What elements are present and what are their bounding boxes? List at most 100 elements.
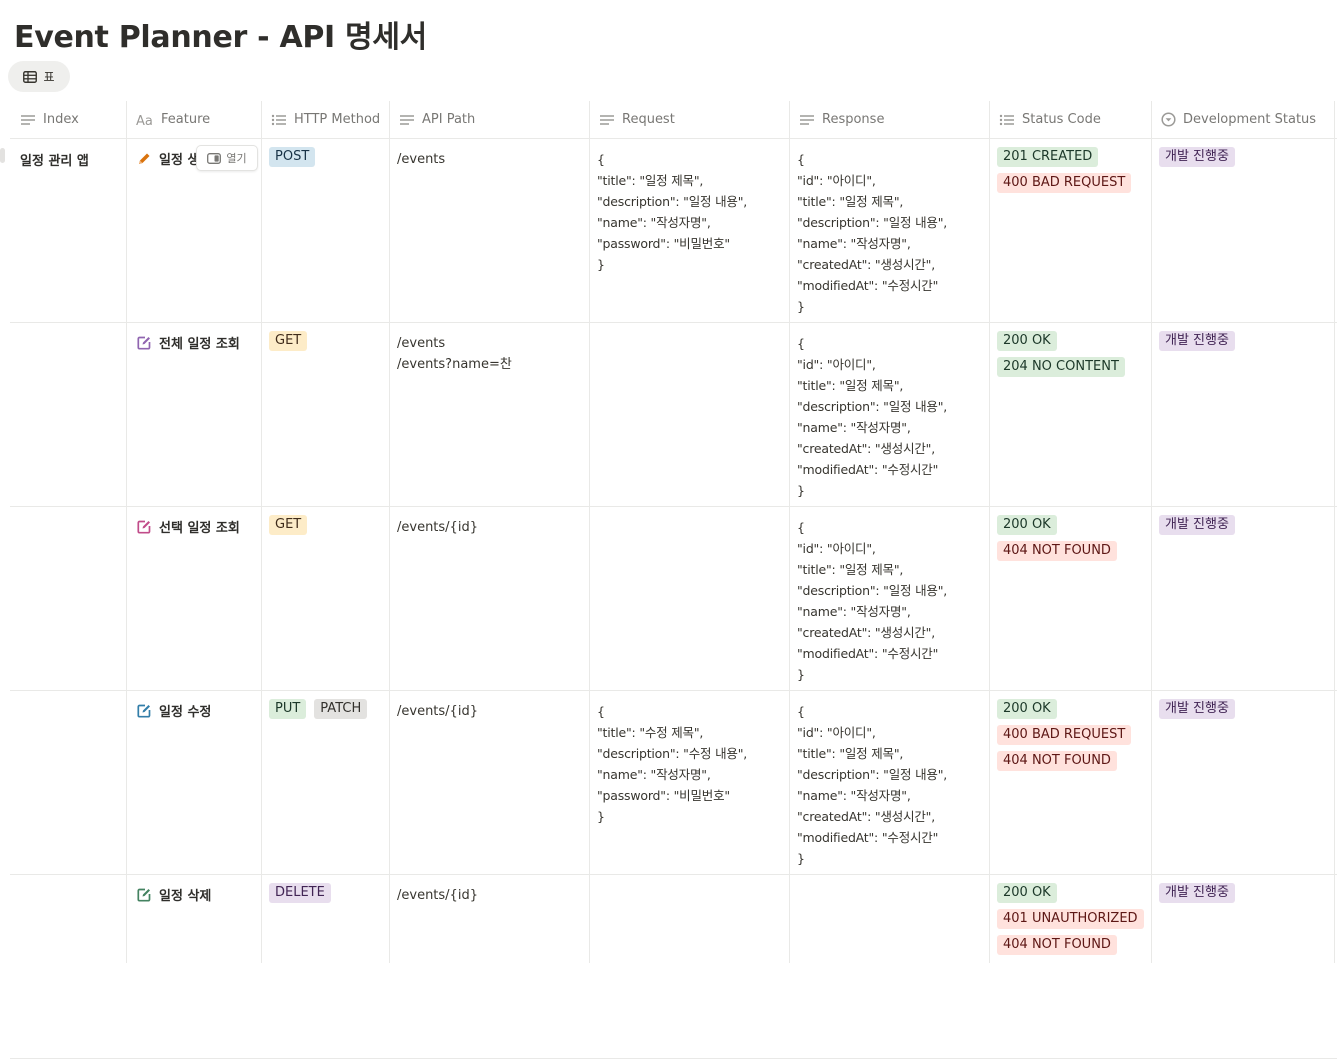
edit-square-icon — [137, 520, 151, 534]
development-status-wrap: 개발 진행중 — [1159, 883, 1235, 903]
cell-request[interactable] — [589, 874, 789, 1058]
development-status-wrap: 개발 진행중 — [1159, 515, 1235, 535]
cell-index — [10, 874, 126, 1058]
column-header-index[interactable]: Index — [20, 101, 79, 138]
row-drag-handle[interactable] — [0, 148, 5, 163]
method-tag: GET — [269, 331, 308, 351]
multi-select-icon — [999, 114, 1014, 125]
cell-feature[interactable]: 일정 생 열기 — [126, 138, 261, 322]
cell-http-method[interactable]: POST — [261, 138, 389, 322]
table-icon — [23, 70, 38, 83]
feature-title[interactable]: 일정 삭제 — [136, 885, 211, 904]
view-tab-table[interactable]: 표 — [8, 61, 70, 92]
cell-request[interactable]: { "title": "수정 제목", "description": "수정 내… — [589, 690, 789, 874]
cell-feature[interactable]: 전체 일정 조회 — [126, 322, 261, 506]
text-lines-icon — [800, 114, 814, 125]
feature-title[interactable]: 일정 생 — [136, 149, 199, 168]
cell-api-path[interactable]: /events — [389, 138, 589, 322]
status-code-tag: 200 OK — [997, 699, 1057, 719]
table-row[interactable]: 일정 관리 앱 일정 생 열기 POST/events { "title": "일정 제… — [10, 138, 1337, 323]
table-row[interactable]: 전체 일정 조회 GET/events /events?name=찬 { "id":… — [10, 322, 1337, 507]
cell-status-code[interactable]: 200 OK 401 UNAUTHORIZED 404 NOT FOUND — [989, 874, 1151, 1058]
feature-title[interactable]: 일정 수정 — [136, 701, 211, 720]
cell-http-method[interactable]: PUT PATCH — [261, 690, 389, 874]
cell-response[interactable]: { "id": "아이디", "title": "일정 제목", "descri… — [789, 506, 989, 690]
cell-index: 일정 관리 앱 — [10, 138, 126, 322]
request-body: { "title": "수정 제목", "description": "수정 내… — [597, 704, 748, 824]
column-header-status-code[interactable]: Status Code — [999, 101, 1101, 138]
status-code-tags: 200 OK 400 BAD REQUEST 404 NOT FOUND — [997, 699, 1132, 771]
table-row[interactable]: 선택 일정 조회 GET/events/{id} { "id": "아이디", "t… — [10, 506, 1337, 691]
cell-status-code[interactable]: 201 CREATED 400 BAD REQUEST — [989, 138, 1151, 322]
cell-response[interactable] — [789, 874, 989, 1058]
development-status-tag: 개발 진행중 — [1159, 515, 1235, 535]
column-header-api-path[interactable]: API Path — [399, 101, 475, 138]
cell-status-code[interactable]: 200 OK 400 BAD REQUEST 404 NOT FOUND — [989, 690, 1151, 874]
method-tags: DELETE — [269, 883, 331, 903]
cell-status-code[interactable]: 200 OK 204 NO CONTENT — [989, 322, 1151, 506]
cell-api-path[interactable]: /events/{id} — [389, 506, 589, 690]
column-header-label: HTTP Method — [294, 112, 381, 127]
status-code-tags: 200 OK 204 NO CONTENT — [997, 331, 1125, 377]
column-header-label: Feature — [161, 112, 211, 127]
feature-title[interactable]: 전체 일정 조회 — [136, 333, 240, 352]
cell-feature[interactable]: 일정 삭제 — [126, 874, 261, 1058]
method-tags: GET — [269, 515, 308, 535]
open-button-label: 열기 — [226, 152, 247, 165]
development-status-tag: 개발 진행중 — [1159, 883, 1235, 903]
development-status-wrap: 개발 진행중 — [1159, 331, 1235, 351]
method-tag: GET — [269, 515, 308, 535]
cell-request[interactable] — [589, 322, 789, 506]
column-header-label: API Path — [422, 112, 476, 127]
development-status-wrap: 개발 진행중 — [1159, 699, 1235, 719]
method-tag: POST — [269, 147, 316, 167]
column-header-development-status[interactable]: Development Status — [1161, 101, 1316, 138]
cell-request[interactable]: { "title": "일정 제목", "description": "일정 내… — [589, 138, 789, 322]
edit-square-icon — [137, 888, 151, 902]
open-side-peek-icon — [207, 152, 222, 164]
method-tags: POST — [269, 147, 316, 167]
column-header-request[interactable]: Request — [599, 101, 675, 138]
cell-development-status[interactable]: 개발 진행중 — [1151, 138, 1337, 322]
api-path-value: /events — [397, 152, 446, 167]
column-header-label: Request — [622, 112, 675, 127]
open-page-button[interactable]: 열기 — [196, 145, 258, 171]
cell-request[interactable] — [589, 506, 789, 690]
cell-response[interactable]: { "id": "아이디", "title": "일정 제목", "descri… — [789, 322, 989, 506]
status-code-tag: 401 UNAUTHORIZED — [997, 909, 1144, 929]
cell-development-status[interactable]: 개발 진행중 — [1151, 690, 1337, 874]
table-row[interactable]: 일정 수정 PUT PATCH/events/{id} { "title": "수정 … — [10, 690, 1337, 875]
response-body: { "id": "아이디", "title": "일정 제목", "descri… — [797, 520, 948, 682]
cell-status-code[interactable]: 200 OK 404 NOT FOUND — [989, 506, 1151, 690]
cell-development-status[interactable]: 개발 진행중 — [1151, 322, 1337, 506]
cell-index — [10, 690, 126, 874]
cell-api-path[interactable]: /events /events?name=찬 — [389, 322, 589, 506]
column-header-response[interactable]: Response — [799, 101, 884, 138]
column-header-label: Index — [43, 112, 79, 127]
status-code-tag: 200 OK — [997, 883, 1057, 903]
column-header-http-method[interactable]: HTTP Method — [271, 101, 380, 138]
cell-http-method[interactable]: GET — [261, 506, 389, 690]
cell-feature[interactable]: 일정 수정 — [126, 690, 261, 874]
response-body: { "id": "아이디", "title": "일정 제목", "descri… — [797, 704, 948, 866]
feature-title[interactable]: 선택 일정 조회 — [136, 517, 240, 536]
view-tab-label: 표 — [43, 70, 55, 84]
cell-api-path[interactable]: /events/{id} — [389, 874, 589, 1058]
cell-http-method[interactable]: DELETE — [261, 874, 389, 1058]
cell-development-status[interactable]: 개발 진행중 — [1151, 874, 1337, 1058]
cell-feature[interactable]: 선택 일정 조회 — [126, 506, 261, 690]
edit-square-icon — [137, 704, 151, 718]
request-body: { "title": "일정 제목", "description": "일정 내… — [597, 152, 748, 272]
column-header-feature[interactable]: Aa Feature — [136, 101, 210, 138]
table-row[interactable]: 일정 삭제 DELETE/events/{id} 200 OK 401 UNAUTHO… — [10, 874, 1337, 1059]
cell-index — [10, 506, 126, 690]
edit-square-icon — [137, 336, 151, 350]
cell-response[interactable]: { "id": "아이디", "title": "일정 제목", "descri… — [789, 138, 989, 322]
status-code-tag: 201 CREATED — [997, 147, 1099, 167]
text-lines-icon — [21, 114, 35, 125]
cell-http-method[interactable]: GET — [261, 322, 389, 506]
cell-api-path[interactable]: /events/{id} — [389, 690, 589, 874]
cell-response[interactable]: { "id": "아이디", "title": "일정 제목", "descri… — [789, 690, 989, 874]
api-path-value: /events/{id} — [397, 704, 478, 719]
cell-development-status[interactable]: 개발 진행중 — [1151, 506, 1337, 690]
